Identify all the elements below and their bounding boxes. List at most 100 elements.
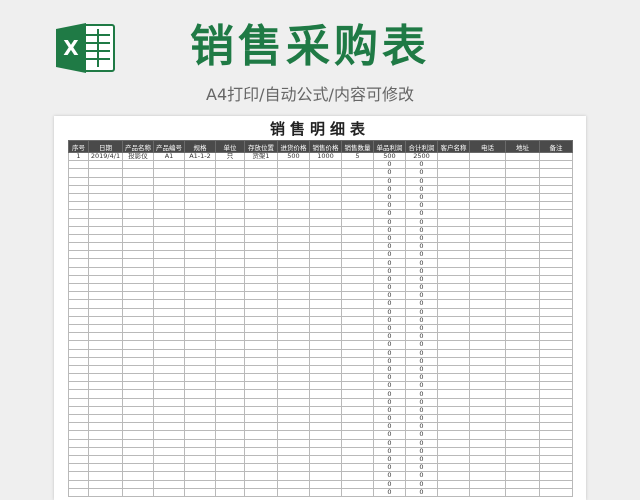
table-cell[interactable]	[122, 413, 154, 424]
table-cell[interactable]	[122, 168, 154, 178]
table-cell[interactable]	[277, 413, 310, 424]
table-cell[interactable]	[277, 471, 310, 481]
table-cell[interactable]	[215, 242, 245, 252]
table-cell[interactable]	[277, 340, 310, 350]
table-cell[interactable]	[184, 242, 216, 252]
table-cell[interactable]	[437, 291, 470, 301]
table-cell[interactable]	[122, 323, 154, 334]
table-cell[interactable]	[309, 381, 342, 391]
table-cell[interactable]: 0	[373, 225, 406, 235]
table-cell[interactable]	[539, 307, 573, 317]
table-cell[interactable]	[244, 454, 278, 465]
table-cell[interactable]	[153, 356, 185, 366]
table-cell[interactable]	[153, 364, 185, 375]
table-cell[interactable]	[153, 389, 185, 399]
table-cell[interactable]	[184, 282, 216, 293]
table-cell[interactable]	[309, 250, 342, 260]
table-cell[interactable]	[88, 282, 123, 293]
table-cell[interactable]	[437, 479, 470, 489]
table-cell[interactable]	[539, 291, 573, 301]
table-cell[interactable]	[122, 471, 154, 481]
table-cell[interactable]	[244, 168, 278, 178]
table-cell[interactable]	[341, 168, 374, 178]
column-header[interactable]: 合计利润	[405, 140, 438, 153]
table-cell[interactable]: 0	[373, 471, 406, 481]
table-cell[interactable]	[341, 291, 374, 301]
column-header[interactable]: 单品利润	[373, 140, 406, 153]
table-cell[interactable]	[244, 160, 278, 170]
table-cell[interactable]	[184, 168, 216, 178]
table-cell[interactable]: 0	[373, 340, 406, 350]
table-cell[interactable]: 0	[405, 356, 438, 366]
table-cell[interactable]	[184, 323, 216, 334]
table-cell[interactable]	[309, 397, 342, 407]
table-cell[interactable]: 0	[373, 454, 406, 465]
table-cell[interactable]	[437, 430, 470, 440]
table-cell[interactable]	[437, 487, 470, 497]
table-cell[interactable]: 500	[373, 151, 406, 162]
table-cell[interactable]	[68, 242, 89, 252]
table-cell[interactable]	[277, 463, 310, 473]
table-cell[interactable]	[184, 471, 216, 481]
table-cell[interactable]	[88, 323, 123, 334]
table-cell[interactable]	[153, 315, 185, 325]
table-cell[interactable]	[215, 479, 245, 489]
table-cell[interactable]	[88, 373, 123, 383]
table-cell[interactable]	[122, 373, 154, 383]
table-cell[interactable]	[122, 274, 154, 285]
table-cell[interactable]	[122, 438, 154, 448]
table-cell[interactable]	[68, 315, 89, 325]
table-cell[interactable]	[88, 176, 123, 186]
table-cell[interactable]	[437, 389, 470, 399]
table-cell[interactable]	[153, 217, 185, 227]
table-cell[interactable]	[469, 340, 506, 350]
table-cell[interactable]	[215, 356, 245, 366]
table-cell[interactable]: 0	[405, 340, 438, 350]
table-cell[interactable]	[68, 471, 89, 481]
table-cell[interactable]	[437, 397, 470, 407]
table-cell[interactable]	[539, 266, 573, 276]
table-cell[interactable]: 1	[68, 151, 89, 162]
table-cell[interactable]	[153, 242, 185, 252]
table-cell[interactable]	[244, 413, 278, 424]
table-cell[interactable]: 0	[373, 291, 406, 301]
table-cell[interactable]	[539, 454, 573, 465]
table-cell[interactable]	[437, 364, 470, 375]
table-cell[interactable]	[88, 225, 123, 235]
table-cell[interactable]	[244, 340, 278, 350]
table-cell[interactable]: 0	[405, 446, 438, 456]
table-cell[interactable]	[88, 454, 123, 465]
table-cell[interactable]: 0	[405, 266, 438, 276]
table-cell[interactable]	[505, 389, 540, 399]
table-cell[interactable]: 0	[373, 446, 406, 456]
table-cell[interactable]	[215, 430, 245, 440]
table-cell[interactable]: 0	[405, 250, 438, 260]
table-cell[interactable]	[505, 307, 540, 317]
table-cell[interactable]: 0	[373, 250, 406, 260]
table-cell[interactable]	[277, 405, 310, 416]
table-cell[interactable]	[88, 299, 123, 309]
table-cell[interactable]	[88, 356, 123, 366]
table-cell[interactable]	[277, 381, 310, 391]
table-cell[interactable]	[309, 282, 342, 293]
table-cell[interactable]	[277, 364, 310, 375]
table-cell[interactable]	[68, 168, 89, 178]
table-cell[interactable]	[244, 266, 278, 276]
table-cell[interactable]	[68, 323, 89, 334]
table-cell[interactable]	[244, 487, 278, 497]
table-cell[interactable]	[341, 422, 374, 432]
table-cell[interactable]	[68, 217, 89, 227]
table-cell[interactable]	[309, 242, 342, 252]
table-cell[interactable]	[122, 184, 154, 194]
table-cell[interactable]	[539, 151, 573, 162]
table-cell[interactable]	[505, 430, 540, 440]
table-cell[interactable]	[505, 348, 540, 358]
table-cell[interactable]: 0	[405, 242, 438, 252]
table-cell[interactable]	[153, 168, 185, 178]
table-cell[interactable]	[244, 282, 278, 293]
table-cell[interactable]: 0	[405, 332, 438, 342]
table-cell[interactable]	[153, 266, 185, 276]
table-cell[interactable]: 0	[373, 209, 406, 219]
table-cell[interactable]	[244, 217, 278, 227]
table-cell[interactable]	[505, 242, 540, 252]
